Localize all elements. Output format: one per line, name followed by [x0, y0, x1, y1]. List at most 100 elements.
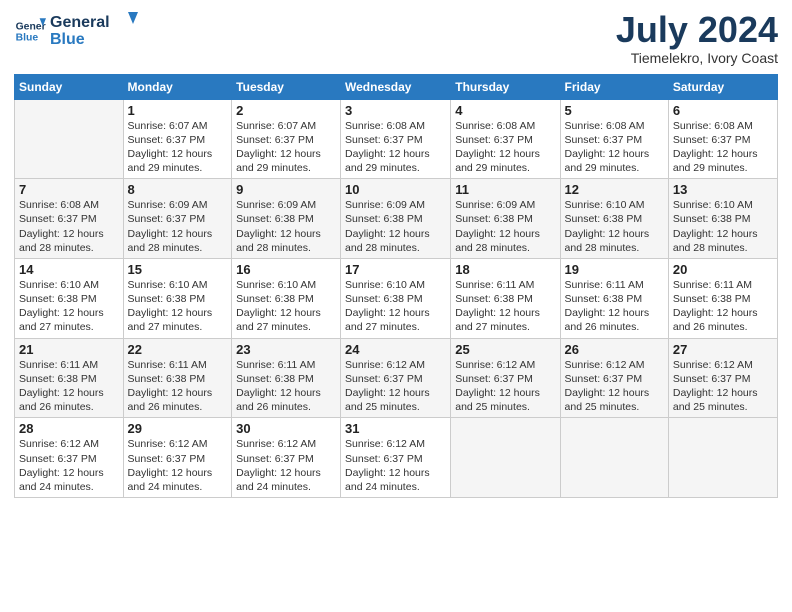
day-number: 31	[345, 421, 446, 436]
day-number: 20	[673, 262, 773, 277]
day-cell	[15, 99, 124, 179]
day-info: Sunrise: 6:12 AMSunset: 6:37 PMDaylight:…	[345, 358, 446, 415]
day-cell: 26Sunrise: 6:12 AMSunset: 6:37 PMDayligh…	[560, 338, 668, 418]
page-container: General Blue General Blue July 2024 Tiem…	[0, 0, 792, 508]
svg-text:General: General	[50, 14, 110, 31]
day-number: 10	[345, 182, 446, 197]
day-number: 14	[19, 262, 119, 277]
day-number: 4	[455, 103, 555, 118]
title-area: July 2024 Tiemelekro, Ivory Coast	[616, 10, 778, 66]
day-info: Sunrise: 6:09 AMSunset: 6:37 PMDaylight:…	[128, 198, 228, 255]
header-cell-wednesday: Wednesday	[341, 74, 451, 99]
header-cell-sunday: Sunday	[15, 74, 124, 99]
day-number: 13	[673, 182, 773, 197]
day-number: 3	[345, 103, 446, 118]
svg-text:Blue: Blue	[50, 31, 85, 48]
day-info: Sunrise: 6:10 AMSunset: 6:38 PMDaylight:…	[128, 278, 228, 335]
header-cell-tuesday: Tuesday	[232, 74, 341, 99]
day-cell: 6Sunrise: 6:08 AMSunset: 6:37 PMDaylight…	[668, 99, 777, 179]
day-cell: 14Sunrise: 6:10 AMSunset: 6:38 PMDayligh…	[15, 258, 124, 338]
day-number: 9	[236, 182, 336, 197]
week-row-1: 1Sunrise: 6:07 AMSunset: 6:37 PMDaylight…	[15, 99, 778, 179]
day-info: Sunrise: 6:11 AMSunset: 6:38 PMDaylight:…	[565, 278, 664, 335]
day-cell: 8Sunrise: 6:09 AMSunset: 6:37 PMDaylight…	[123, 179, 232, 259]
day-number: 12	[565, 182, 664, 197]
day-cell: 4Sunrise: 6:08 AMSunset: 6:37 PMDaylight…	[451, 99, 560, 179]
day-info: Sunrise: 6:10 AMSunset: 6:38 PMDaylight:…	[565, 198, 664, 255]
day-info: Sunrise: 6:12 AMSunset: 6:37 PMDaylight:…	[565, 358, 664, 415]
day-number: 21	[19, 342, 119, 357]
day-cell: 24Sunrise: 6:12 AMSunset: 6:37 PMDayligh…	[341, 338, 451, 418]
logo-icon: General Blue	[14, 15, 46, 47]
day-number: 23	[236, 342, 336, 357]
location: Tiemelekro, Ivory Coast	[616, 50, 778, 66]
day-number: 17	[345, 262, 446, 277]
day-info: Sunrise: 6:08 AMSunset: 6:37 PMDaylight:…	[19, 198, 119, 255]
day-cell: 7Sunrise: 6:08 AMSunset: 6:37 PMDaylight…	[15, 179, 124, 259]
day-cell: 21Sunrise: 6:11 AMSunset: 6:38 PMDayligh…	[15, 338, 124, 418]
day-info: Sunrise: 6:11 AMSunset: 6:38 PMDaylight:…	[673, 278, 773, 335]
day-info: Sunrise: 6:11 AMSunset: 6:38 PMDaylight:…	[128, 358, 228, 415]
day-info: Sunrise: 6:11 AMSunset: 6:38 PMDaylight:…	[19, 358, 119, 415]
day-cell	[668, 418, 777, 498]
day-cell: 28Sunrise: 6:12 AMSunset: 6:37 PMDayligh…	[15, 418, 124, 498]
day-info: Sunrise: 6:12 AMSunset: 6:37 PMDaylight:…	[455, 358, 555, 415]
week-row-4: 21Sunrise: 6:11 AMSunset: 6:38 PMDayligh…	[15, 338, 778, 418]
day-info: Sunrise: 6:10 AMSunset: 6:38 PMDaylight:…	[345, 278, 446, 335]
day-number: 1	[128, 103, 228, 118]
day-cell: 13Sunrise: 6:10 AMSunset: 6:38 PMDayligh…	[668, 179, 777, 259]
day-number: 28	[19, 421, 119, 436]
svg-text:General: General	[16, 22, 46, 33]
calendar-table: SundayMondayTuesdayWednesdayThursdayFrid…	[14, 74, 778, 498]
day-info: Sunrise: 6:12 AMSunset: 6:37 PMDaylight:…	[345, 437, 446, 494]
day-number: 24	[345, 342, 446, 357]
day-number: 15	[128, 262, 228, 277]
day-cell: 9Sunrise: 6:09 AMSunset: 6:38 PMDaylight…	[232, 179, 341, 259]
day-info: Sunrise: 6:08 AMSunset: 6:37 PMDaylight:…	[673, 119, 773, 176]
week-row-5: 28Sunrise: 6:12 AMSunset: 6:37 PMDayligh…	[15, 418, 778, 498]
header: General Blue General Blue July 2024 Tiem…	[14, 10, 778, 66]
day-cell: 29Sunrise: 6:12 AMSunset: 6:37 PMDayligh…	[123, 418, 232, 498]
day-info: Sunrise: 6:12 AMSunset: 6:37 PMDaylight:…	[673, 358, 773, 415]
day-cell: 1Sunrise: 6:07 AMSunset: 6:37 PMDaylight…	[123, 99, 232, 179]
day-number: 2	[236, 103, 336, 118]
day-cell: 10Sunrise: 6:09 AMSunset: 6:38 PMDayligh…	[341, 179, 451, 259]
day-info: Sunrise: 6:08 AMSunset: 6:37 PMDaylight:…	[455, 119, 555, 176]
day-cell: 23Sunrise: 6:11 AMSunset: 6:38 PMDayligh…	[232, 338, 341, 418]
day-info: Sunrise: 6:07 AMSunset: 6:37 PMDaylight:…	[128, 119, 228, 176]
day-info: Sunrise: 6:07 AMSunset: 6:37 PMDaylight:…	[236, 119, 336, 176]
day-number: 19	[565, 262, 664, 277]
day-info: Sunrise: 6:10 AMSunset: 6:38 PMDaylight:…	[236, 278, 336, 335]
header-cell-thursday: Thursday	[451, 74, 560, 99]
week-row-2: 7Sunrise: 6:08 AMSunset: 6:37 PMDaylight…	[15, 179, 778, 259]
day-cell: 25Sunrise: 6:12 AMSunset: 6:37 PMDayligh…	[451, 338, 560, 418]
day-number: 5	[565, 103, 664, 118]
day-info: Sunrise: 6:12 AMSunset: 6:37 PMDaylight:…	[19, 437, 119, 494]
day-cell	[451, 418, 560, 498]
header-cell-monday: Monday	[123, 74, 232, 99]
day-cell: 11Sunrise: 6:09 AMSunset: 6:38 PMDayligh…	[451, 179, 560, 259]
day-cell: 16Sunrise: 6:10 AMSunset: 6:38 PMDayligh…	[232, 258, 341, 338]
day-info: Sunrise: 6:09 AMSunset: 6:38 PMDaylight:…	[455, 198, 555, 255]
day-info: Sunrise: 6:10 AMSunset: 6:38 PMDaylight:…	[19, 278, 119, 335]
day-cell: 17Sunrise: 6:10 AMSunset: 6:38 PMDayligh…	[341, 258, 451, 338]
day-number: 16	[236, 262, 336, 277]
day-info: Sunrise: 6:09 AMSunset: 6:38 PMDaylight:…	[345, 198, 446, 255]
day-number: 18	[455, 262, 555, 277]
day-cell: 15Sunrise: 6:10 AMSunset: 6:38 PMDayligh…	[123, 258, 232, 338]
day-info: Sunrise: 6:08 AMSunset: 6:37 PMDaylight:…	[565, 119, 664, 176]
day-number: 22	[128, 342, 228, 357]
day-number: 8	[128, 182, 228, 197]
day-cell: 5Sunrise: 6:08 AMSunset: 6:37 PMDaylight…	[560, 99, 668, 179]
day-cell: 30Sunrise: 6:12 AMSunset: 6:37 PMDayligh…	[232, 418, 341, 498]
header-row: SundayMondayTuesdayWednesdayThursdayFrid…	[15, 74, 778, 99]
day-number: 27	[673, 342, 773, 357]
day-cell: 19Sunrise: 6:11 AMSunset: 6:38 PMDayligh…	[560, 258, 668, 338]
month-title: July 2024	[616, 10, 778, 50]
day-cell: 31Sunrise: 6:12 AMSunset: 6:37 PMDayligh…	[341, 418, 451, 498]
day-number: 30	[236, 421, 336, 436]
day-info: Sunrise: 6:12 AMSunset: 6:37 PMDaylight:…	[236, 437, 336, 494]
day-info: Sunrise: 6:08 AMSunset: 6:37 PMDaylight:…	[345, 119, 446, 176]
day-number: 6	[673, 103, 773, 118]
day-cell: 2Sunrise: 6:07 AMSunset: 6:37 PMDaylight…	[232, 99, 341, 179]
